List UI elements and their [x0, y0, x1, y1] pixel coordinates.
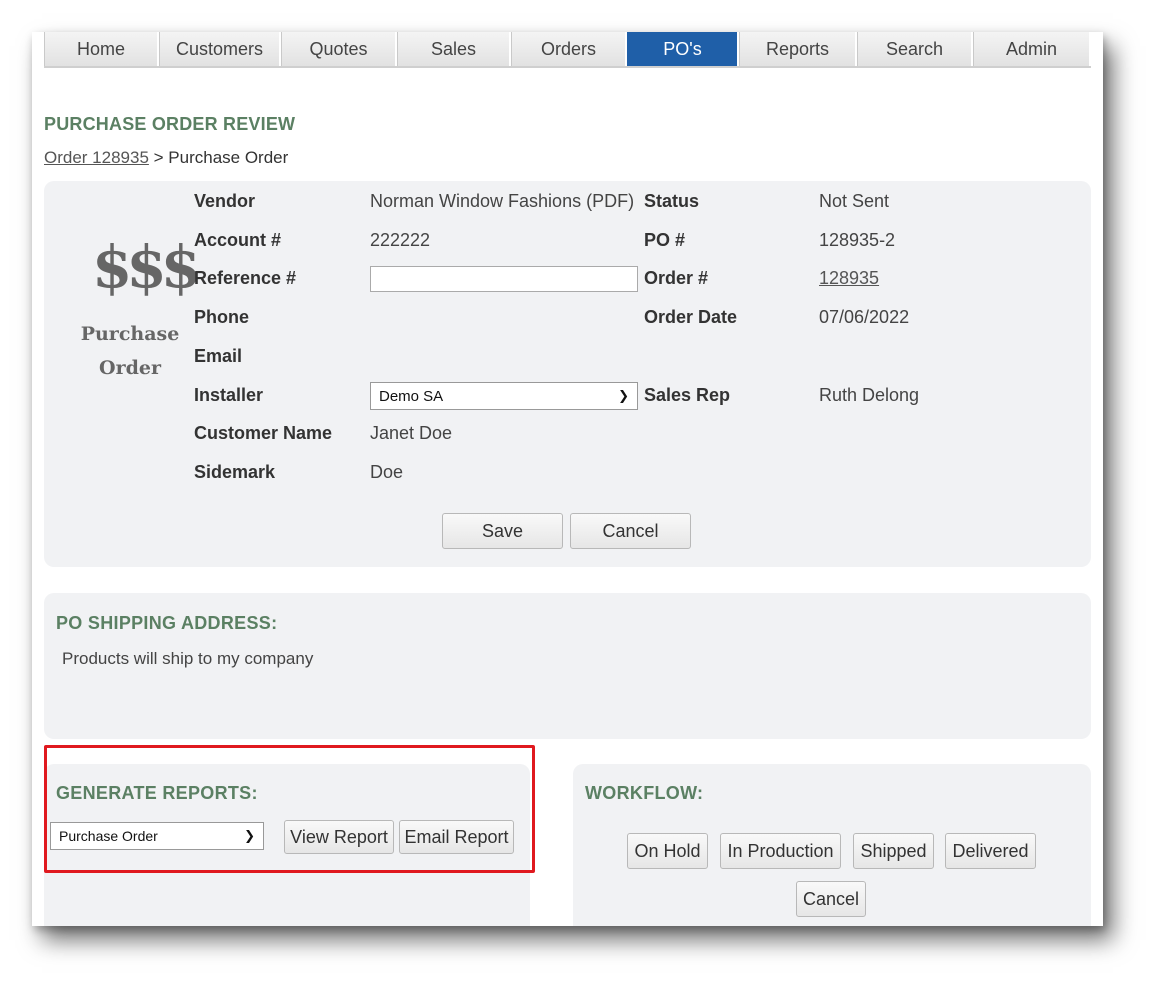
- save-button[interactable]: Save: [442, 513, 563, 549]
- nav-sales[interactable]: Sales: [397, 32, 511, 66]
- vendor-label: Vendor: [194, 191, 256, 211]
- dollar-icon: $$$: [92, 233, 201, 301]
- cancel-button[interactable]: Cancel: [570, 513, 691, 549]
- nav-search[interactable]: Search: [857, 32, 973, 66]
- sales-rep-value: Ruth Delong: [819, 385, 920, 405]
- customer-name-value: Janet Doe: [370, 423, 453, 443]
- email-label: Email: [194, 346, 243, 366]
- sidemark-label: Sidemark: [194, 462, 276, 482]
- vendor-value: Norman Window Fashions (PDF): [370, 191, 635, 211]
- account-value: 222222: [370, 230, 431, 250]
- chevron-down-icon: ❯: [618, 388, 629, 403]
- highlight-box: [44, 745, 535, 873]
- shipped-button[interactable]: Shipped: [853, 833, 934, 869]
- in-production-button[interactable]: In Production: [720, 833, 841, 869]
- customer-name-label: Customer Name: [194, 423, 333, 443]
- order-date-value: 07/06/2022: [819, 307, 910, 327]
- po-icon-label-line1: Purchase: [80, 323, 180, 345]
- po-number-value: 128935-2: [819, 230, 896, 250]
- nav-home[interactable]: Home: [44, 32, 159, 66]
- app-window: Home Customers Quotes Sales Orders PO's …: [32, 32, 1103, 926]
- breadcrumb-separator: >: [148, 148, 169, 167]
- delivered-button[interactable]: Delivered: [945, 833, 1036, 869]
- on-hold-button[interactable]: On Hold: [627, 833, 708, 869]
- account-label: Account #: [194, 230, 282, 250]
- shipping-address-panel: PO SHIPPING ADDRESS: Products will ship …: [44, 593, 1091, 739]
- page-title: PURCHASE ORDER REVIEW: [44, 114, 296, 134]
- installer-select[interactable]: Demo SA ❯: [370, 382, 638, 410]
- status-label: Status: [644, 191, 700, 211]
- order-number-link[interactable]: 128935: [819, 268, 879, 288]
- nav-quotes[interactable]: Quotes: [281, 32, 397, 66]
- status-value: Not Sent: [819, 191, 890, 211]
- breadcrumb-order-link[interactable]: Order 128935: [44, 148, 149, 167]
- breadcrumb: Order 128935 > Purchase Order: [44, 148, 288, 168]
- phone-label: Phone: [194, 307, 250, 327]
- workflow-title: WORKFLOW:: [585, 783, 704, 803]
- po-icon-label-line2: Order: [99, 357, 161, 379]
- nav-admin[interactable]: Admin: [973, 32, 1091, 66]
- breadcrumb-current: Purchase Order: [168, 148, 289, 167]
- nav-reports[interactable]: Reports: [739, 32, 857, 66]
- order-number-label: Order #: [644, 268, 709, 288]
- reference-input[interactable]: [370, 266, 638, 292]
- sidemark-value: Doe: [370, 462, 404, 482]
- nav-orders[interactable]: Orders: [511, 32, 627, 66]
- reference-label: Reference #: [194, 268, 297, 288]
- workflow-cancel-button[interactable]: Cancel: [796, 881, 866, 917]
- shipping-text: Products will ship to my company: [62, 649, 314, 668]
- workflow-panel: WORKFLOW: On Hold In Production Shipped …: [573, 764, 1091, 926]
- nav-customers[interactable]: Customers: [159, 32, 281, 66]
- installer-selected: Demo SA: [379, 387, 444, 405]
- nav-pos[interactable]: PO's: [627, 32, 739, 66]
- sales-rep-label: Sales Rep: [644, 385, 731, 405]
- po-icon-label: Purchase Order: [70, 317, 190, 385]
- order-number-value: 128935: [819, 268, 879, 289]
- shipping-title: PO SHIPPING ADDRESS:: [56, 613, 278, 633]
- po-details-panel: $$$ Purchase Order Vendor Norman Window …: [44, 181, 1091, 567]
- po-number-label: PO #: [644, 230, 686, 250]
- main-nav: Home Customers Quotes Sales Orders PO's …: [44, 32, 1091, 68]
- order-date-label: Order Date: [644, 307, 738, 327]
- installer-label: Installer: [194, 385, 264, 405]
